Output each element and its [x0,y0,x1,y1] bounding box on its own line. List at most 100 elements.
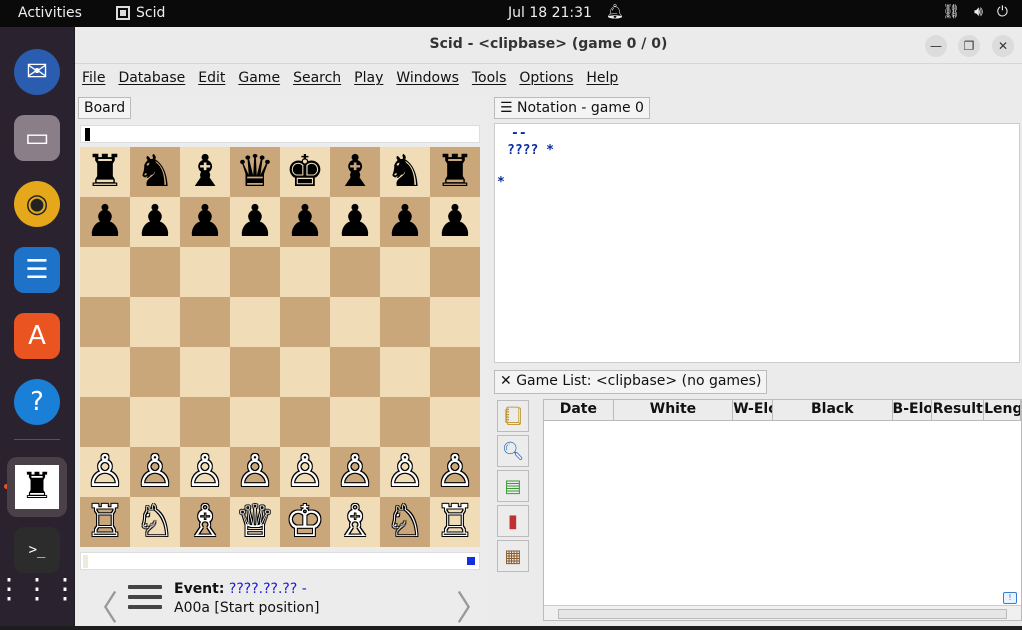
black-piece[interactable]: ♛ [235,147,274,197]
menu-help[interactable]: Help [579,64,624,94]
board-square[interactable] [130,397,180,447]
board-square[interactable]: ♟ [180,197,230,247]
board-square[interactable] [80,297,130,347]
board-square[interactable] [180,397,230,447]
col-length[interactable]: Length [984,400,1021,420]
board-square[interactable]: ♟ [330,197,380,247]
menu-search[interactable]: Search [286,64,347,94]
board-square[interactable] [280,247,330,297]
tab-notation[interactable]: ☰ Notation - game 0 [494,97,650,119]
system-tray[interactable]: ⛓︎ 🔊︎ ⏻ [942,4,1008,20]
black-piece[interactable]: ♟ [435,197,474,247]
board-square[interactable] [130,247,180,297]
board-square[interactable] [280,297,330,347]
game-menu-icon[interactable] [128,585,162,615]
network-icon[interactable]: ⛓︎ [942,4,960,20]
black-piece[interactable]: ♚ [285,147,324,197]
forward-arrow-icon[interactable]: 〉 [456,581,490,630]
black-piece[interactable]: ♟ [85,197,124,247]
board-square[interactable]: ♟ [430,197,480,247]
board-square[interactable] [330,297,380,347]
black-piece[interactable]: ♟ [185,197,224,247]
files-icon[interactable]: ▭ [14,115,60,161]
zoom-search-icon[interactable]: 🔍︎ [497,435,529,467]
board-square[interactable]: ♛ [230,147,280,197]
board-square[interactable]: ♗ [330,497,380,547]
black-piece[interactable]: ♝ [185,147,224,197]
thunderbird-icon[interactable]: ✉ [14,49,60,95]
board-square[interactable] [230,397,280,447]
close-tab-icon[interactable]: ✕ [500,373,512,389]
white-piece[interactable]: ♖ [85,497,124,547]
white-piece[interactable]: ♙ [285,447,324,497]
board-square[interactable]: ♙ [430,447,480,497]
board-square[interactable] [180,247,230,297]
board-square[interactable] [280,397,330,447]
board-square[interactable]: ♞ [380,147,430,197]
black-piece[interactable]: ♜ [435,147,474,197]
menu-file[interactable]: File [75,64,111,94]
menu-play[interactable]: Play [347,64,389,94]
board-square[interactable] [380,297,430,347]
board-square[interactable] [130,297,180,347]
black-piece[interactable]: ♟ [285,197,324,247]
white-piece[interactable]: ♕ [235,497,274,547]
board-square[interactable]: ♖ [80,497,130,547]
col-result[interactable]: Result [932,400,985,420]
board-square[interactable]: ♘ [380,497,430,547]
board-square[interactable] [330,247,380,297]
board-square[interactable]: ♜ [80,147,130,197]
white-piece[interactable]: ♘ [385,497,424,547]
black-piece[interactable]: ♟ [135,197,174,247]
black-piece[interactable]: ♟ [385,197,424,247]
board-square[interactable] [180,347,230,397]
board-square[interactable] [330,397,380,447]
app-menu[interactable]: Scid [116,5,165,21]
board-square[interactable]: ♟ [230,197,280,247]
board-square[interactable]: ♟ [280,197,330,247]
menu-game[interactable]: Game [231,64,286,94]
board-square[interactable] [430,347,480,397]
close-button[interactable]: ✕ [992,35,1014,57]
board-square[interactable]: ♟ [80,197,130,247]
col-black-elo[interactable]: B-Elo [893,400,933,420]
black-piece[interactable]: ♝ [335,147,374,197]
white-piece[interactable]: ♙ [185,447,224,497]
black-piece[interactable]: ♟ [335,197,374,247]
board-square[interactable]: ♙ [380,447,430,497]
board-square[interactable]: ♙ [180,447,230,497]
board-square[interactable] [180,297,230,347]
writer-icon[interactable]: ☰ [14,247,60,293]
window-titlebar[interactable]: Scid - <clipbase> (game 0 / 0) — ❐ ✕ [75,27,1022,64]
board-square[interactable] [380,247,430,297]
comment-icon[interactable]: ! [1003,592,1017,604]
white-piece[interactable]: ♙ [435,447,474,497]
board-filter-icon[interactable]: ▦ [497,540,529,572]
menu-options[interactable]: Options [512,64,579,94]
board-square[interactable]: ♟ [130,197,180,247]
board-square[interactable]: ♞ [130,147,180,197]
black-piece[interactable]: ♞ [135,147,174,197]
menu-edit[interactable]: Edit [191,64,231,94]
col-date[interactable]: Date [544,400,614,420]
layout-icon[interactable]: ▤ [497,470,529,502]
horizontal-scrollbar[interactable] [544,605,1021,620]
notification-bell-icon[interactable]: 🔔︎ [606,4,624,20]
white-piece[interactable]: ♗ [185,497,224,547]
activities-button[interactable]: Activities [18,5,82,21]
tab-board[interactable]: Board [78,97,132,119]
database-book-icon[interactable]: 📒︎ [497,400,529,432]
board-square[interactable] [130,347,180,397]
board-square[interactable]: ♙ [80,447,130,497]
white-piece[interactable]: ♙ [135,447,174,497]
app-center-icon[interactable]: A [14,313,60,359]
minimize-button[interactable]: — [925,35,947,57]
board-square[interactable] [80,397,130,447]
board-square[interactable] [330,347,380,397]
white-piece[interactable]: ♗ [335,497,374,547]
gamelist-table[interactable]: Date White W-Elo Black B-Elo Result Leng… [543,399,1022,621]
board-square[interactable] [80,247,130,297]
board-square[interactable]: ♝ [180,147,230,197]
back-arrow-icon[interactable]: 〈 [84,581,118,630]
board-square[interactable]: ♘ [130,497,180,547]
